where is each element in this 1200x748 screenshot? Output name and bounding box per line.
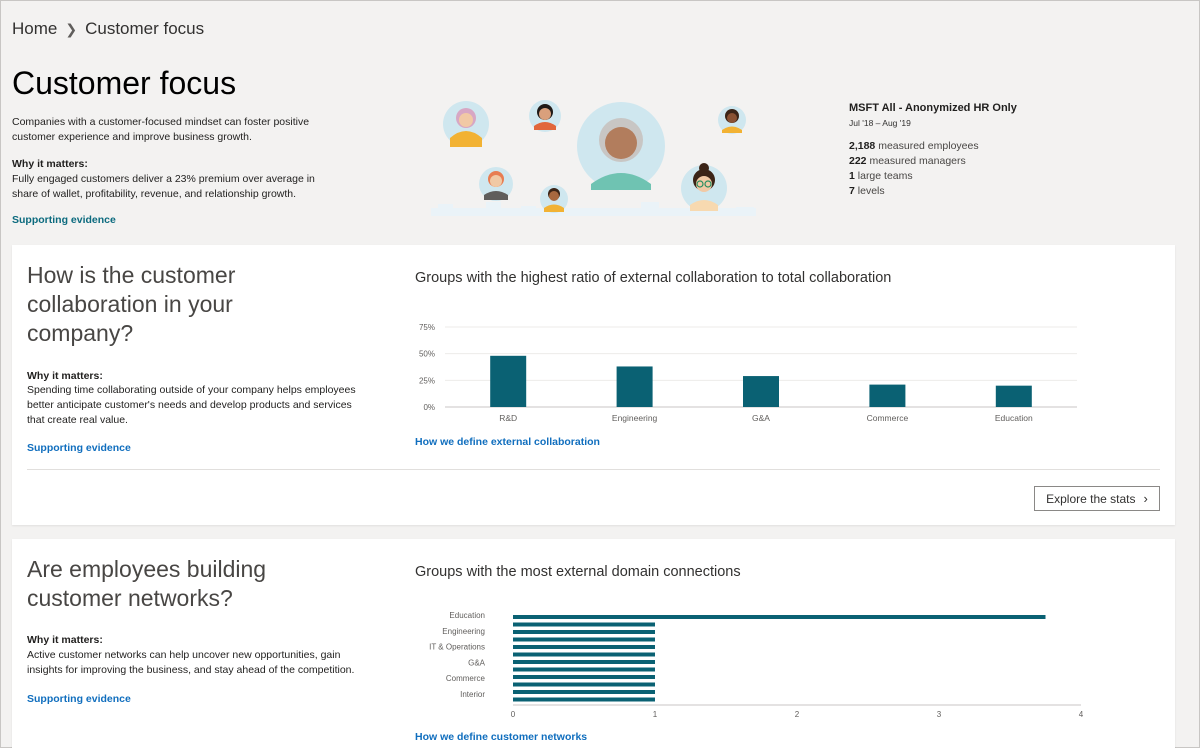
supporting-evidence-link[interactable]: Supporting evidence [27, 693, 131, 705]
people-illustration [431, 100, 756, 216]
y-tick-label: 75% [419, 323, 435, 332]
supporting-evidence-link[interactable]: Supporting evidence [12, 214, 116, 226]
breadcrumb-current: Customer focus [85, 19, 205, 38]
bar [513, 682, 655, 687]
x-tick-label: 2 [795, 710, 800, 719]
bar [869, 384, 906, 407]
explore-the-stats-button[interactable]: Explore the stats › [1034, 486, 1160, 511]
avatar-1 [443, 101, 489, 147]
breadcrumb-home-link[interactable]: Home [12, 19, 57, 39]
bar [513, 660, 655, 664]
x-tick-label: 0 [511, 710, 516, 719]
x-tick-label: 3 [937, 710, 942, 719]
why-it-matters-text: Spending time collaborating outside of y… [27, 384, 356, 426]
avatar-5 [479, 167, 513, 201]
bar [490, 355, 527, 407]
intro-text: Companies with a customer-focused mindse… [12, 116, 310, 143]
bar [995, 385, 1032, 407]
y-tick-label: Engineering [442, 627, 485, 636]
bar [513, 652, 655, 657]
y-tick-label: IT & Operations [429, 643, 485, 652]
population-stats: MSFT All - Anonymized HR Only Jul '18 – … [849, 101, 1017, 199]
stats-row: 1 large teams [849, 170, 913, 182]
bar [513, 697, 655, 702]
define-customer-networks-link[interactable]: How we define customer networks [415, 731, 587, 743]
supporting-evidence-link[interactable]: Supporting evidence [27, 442, 131, 454]
avatar-6 [540, 185, 568, 213]
y-tick-label: Commerce [446, 674, 486, 683]
external-domain-connections-bar-chart: 0 1 2 3 4 Education Engineering IT & Operations… [429, 611, 1084, 719]
customer-networks-card: Are employees building customer networks… [12, 539, 1175, 748]
bar [616, 366, 653, 407]
y-tick-label: 25% [419, 376, 435, 385]
bar [513, 630, 655, 634]
stats-row: 2,188 measured employees [849, 140, 979, 152]
external-collaboration-bar-chart: 0% 25% 50% 75% R&D Engineering G&A Commerce Educ… [419, 323, 1077, 423]
bar [513, 645, 655, 649]
stats-date-range: Jul '18 – Aug '19 [849, 118, 911, 128]
avatar-2 [529, 100, 561, 132]
why-it-matters-label: Why it matters: [27, 634, 103, 646]
card-divider [27, 469, 1160, 470]
x-tick-label: Education [995, 413, 1033, 423]
x-tick-label: G&A [752, 413, 770, 423]
y-tick-label: 50% [419, 350, 435, 359]
page-intro: Companies with a customer-focused mindse… [12, 115, 332, 202]
y-tick-label: 0% [423, 403, 435, 412]
avatar-4 [718, 106, 746, 134]
why-it-matters-label: Why it matters: [12, 158, 88, 170]
why-it-matters-text: Fully engaged customers deliver a 23% pr… [12, 173, 315, 200]
avatar-3-main [577, 102, 665, 190]
y-tick-label: G&A [468, 658, 486, 667]
page-title: Customer focus [12, 65, 237, 101]
card-heading: How is the customer collaboration in you… [27, 262, 236, 346]
chevron-right-icon: › [1143, 491, 1148, 506]
stats-row: 7 levels [849, 185, 885, 197]
x-tick-label: R&D [499, 413, 517, 423]
card-heading: Are employees building customer networks… [27, 556, 267, 611]
bar [513, 637, 655, 642]
explore-button-label: Explore the stats [1046, 491, 1136, 506]
bar [513, 675, 655, 679]
x-tick-label: Commerce [867, 413, 909, 423]
breadcrumb: Home ❯ Customer focus [12, 19, 204, 39]
x-tick-label: Engineering [612, 413, 658, 423]
bar [513, 667, 655, 672]
x-tick-label: 4 [1079, 710, 1084, 719]
bar [743, 376, 779, 407]
chevron-right-icon: ❯ [65, 20, 78, 37]
why-it-matters-text: Active customer networks can help uncove… [27, 649, 355, 676]
y-tick-label: Education [449, 611, 485, 620]
why-it-matters-label: Why it matters: [27, 370, 103, 382]
define-external-collaboration-link[interactable]: How we define external collaboration [415, 436, 600, 448]
stats-title: MSFT All - Anonymized HR Only [849, 102, 1017, 114]
customer-collaboration-card: How is the customer collaboration in you… [12, 245, 1175, 525]
x-tick-label: 1 [653, 710, 658, 719]
bar [513, 690, 655, 694]
y-tick-label: Interior [460, 690, 485, 699]
bar [513, 622, 655, 627]
chart-title: Groups with the highest ratio of externa… [415, 270, 892, 286]
avatar-7 [681, 163, 727, 211]
stats-row: 222 measured managers [849, 155, 966, 167]
bar [513, 615, 1046, 619]
chart-title: Groups with the most external domain con… [415, 564, 741, 580]
